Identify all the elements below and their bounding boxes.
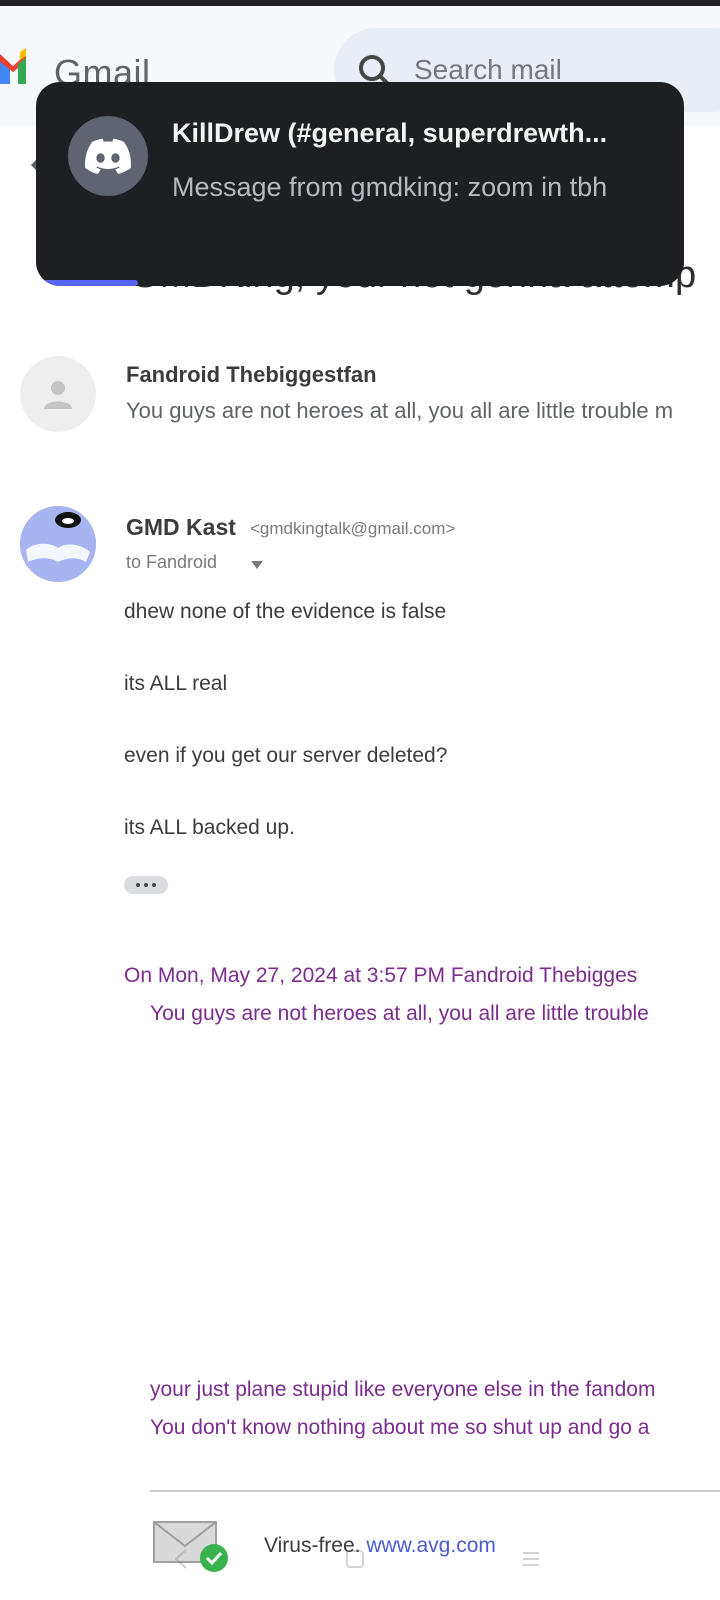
recipient-label[interactable]: to Fandroid [126, 552, 217, 573]
discord-notification[interactable]: KillDrew (#general, superdrewth... Messa… [36, 82, 684, 286]
avg-mail-icon [153, 1521, 228, 1572]
recents-nav-icon[interactable] [520, 1548, 542, 1570]
quoted-reply-line: You don't know nothing about me so shut … [150, 1416, 650, 1439]
quote-header: On Mon, May 27, 2024 at 3:57 PM Fandroid… [124, 964, 638, 987]
avatar[interactable] [20, 356, 96, 432]
show-trimmed-content-button[interactable] [124, 876, 168, 894]
home-nav-icon[interactable] [344, 1548, 366, 1570]
avatar[interactable] [20, 506, 96, 582]
discord-icon [85, 138, 131, 174]
message-snippet[interactable]: You guys are not heroes at all, you all … [126, 398, 673, 424]
sender-email: <gmdkingtalk@gmail.com> [250, 519, 456, 538]
notification-title: KillDrew (#general, superdrewth... [172, 118, 608, 148]
notification-body: Message from gmdking: zoom in tbh [172, 172, 608, 202]
avg-link[interactable]: www.avg.com [366, 1534, 496, 1557]
quoted-reply-line: your just plane stupid like everyone els… [150, 1378, 656, 1401]
virus-free-footer: Virus-free. www.avg.com [264, 1534, 496, 1558]
message-body-line: even if you get our server deleted? [124, 744, 448, 767]
back-nav-icon[interactable] [170, 1548, 192, 1570]
message-sender[interactable]: Fandroid Thebiggestfan [126, 362, 377, 388]
divider [150, 1490, 720, 1492]
notification-app-avatar [68, 116, 148, 196]
default-person-icon [44, 381, 72, 409]
notification-progress [36, 280, 138, 286]
gmail-logo-icon [0, 48, 26, 84]
message-body-line: its ALL backed up. [124, 816, 295, 839]
chevron-down-icon[interactable] [250, 560, 264, 570]
message-body-line: dhew none of the evidence is false [124, 600, 447, 623]
sender-avatar-icon [20, 506, 96, 582]
message-body-line: its ALL real [124, 672, 228, 695]
quoted-text: You guys are not heroes at all, you all … [150, 1002, 649, 1025]
message-sender[interactable]: GMD Kast [126, 514, 236, 541]
